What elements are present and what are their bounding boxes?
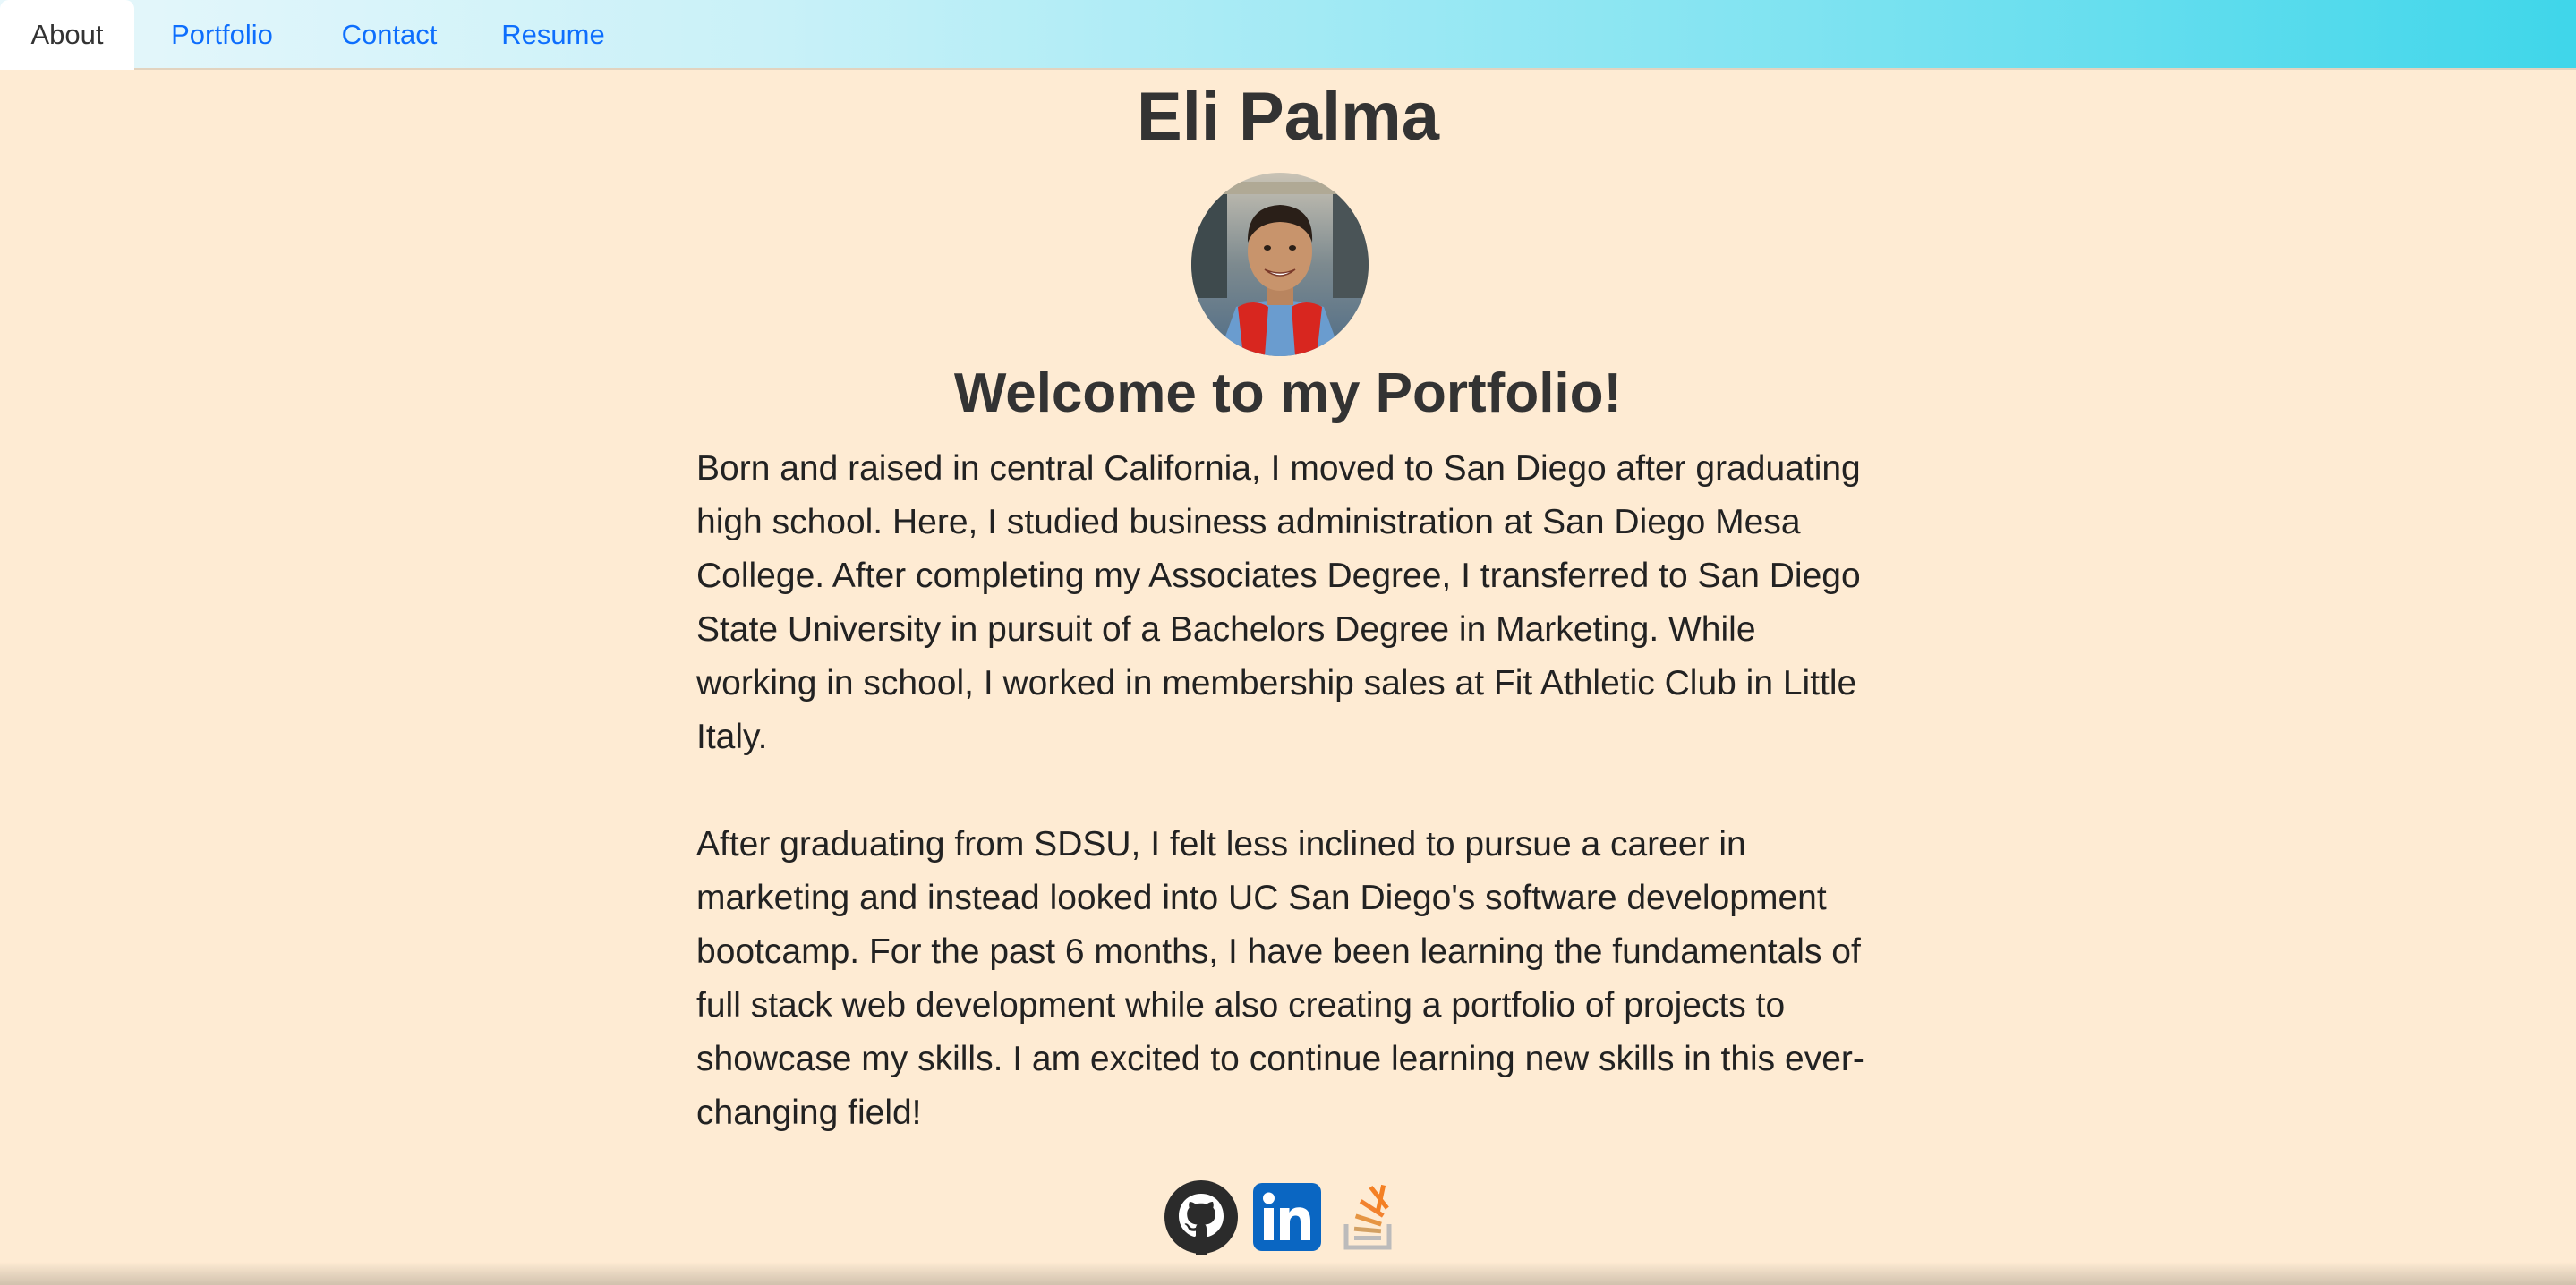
tab-portfolio[interactable]: Portfolio: [150, 0, 294, 70]
top-navbar: About Portfolio Contact Resume: [0, 0, 2576, 70]
tab-resume[interactable]: Resume: [489, 0, 618, 70]
welcome-heading: Welcome to my Portfolio!: [953, 362, 1623, 424]
github-link[interactable]: [1164, 1179, 1239, 1255]
page-title: Eli Palma: [1137, 79, 1439, 155]
bio-paragraph: After graduating from SDSU, I felt less …: [696, 825, 1864, 1132]
footer-shadow: [0, 1262, 2576, 1285]
stackoverflow-icon: [1343, 1184, 1392, 1250]
stackoverflow-link[interactable]: [1343, 1183, 1400, 1251]
tab-about[interactable]: About: [0, 0, 134, 70]
linkedin-icon: [1253, 1183, 1321, 1251]
avatar: [1191, 173, 1369, 356]
github-icon: [1164, 1180, 1238, 1255]
profile-photo: [1191, 173, 1369, 356]
linkedin-link[interactable]: [1253, 1183, 1321, 1251]
bio-paragraph: Born and raised in central California, I…: [696, 449, 1861, 756]
tab-contact[interactable]: Contact: [322, 0, 456, 70]
